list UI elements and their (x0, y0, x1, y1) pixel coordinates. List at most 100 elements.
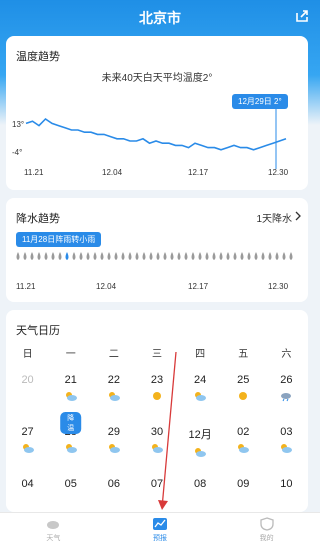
temperature-card: 温度趋势 未来40天白天平均温度2° 12月29日 2° 13° -4° 11.… (6, 36, 308, 190)
day-badge: 降温 (59, 412, 82, 434)
x-label-1: 11.21 (16, 282, 36, 291)
calendar-day[interactable]: 04 (6, 470, 49, 512)
calendar-day[interactable]: 07 (135, 470, 178, 512)
x-label-2: 12.04 (102, 168, 123, 177)
x-label-4: 12.30 (268, 168, 289, 177)
day-number: 08 (194, 478, 207, 490)
rain-drop-icon (149, 252, 153, 260)
page-title: 北京市 (139, 10, 181, 26)
rain-drop-icon (247, 252, 251, 260)
calendar-day[interactable]: 25 (222, 366, 265, 418)
calendar-title: 天气日历 (16, 325, 60, 337)
calendar-day[interactable]: 10 (265, 470, 308, 512)
share-icon[interactable] (294, 8, 310, 24)
calendar-day[interactable]: 06 (92, 470, 135, 512)
calendar-day[interactable]: 09 (222, 470, 265, 512)
temperature-chart[interactable] (6, 91, 308, 171)
calendar-day[interactable]: 26 (265, 366, 308, 418)
day-number: 23 (150, 374, 164, 386)
calendar-day[interactable]: 24 (179, 366, 222, 418)
calendar-day[interactable]: 23 (135, 366, 178, 418)
rain-drop-icon (135, 252, 139, 260)
rain-drop-icon (107, 252, 111, 260)
rain-drop-icon (37, 252, 41, 260)
rain-drop-icon (177, 252, 181, 260)
rain-drop-icon (79, 252, 83, 260)
calendar-day[interactable]: 22 (92, 366, 135, 418)
day-number: 06 (107, 478, 120, 490)
day-number: 24 (194, 374, 207, 386)
tab-label: 我的 (259, 535, 274, 542)
calendar-day[interactable]: 降温28 (49, 412, 92, 470)
rain-drop-icon (254, 252, 258, 260)
rain-drop-icon (289, 252, 293, 260)
tab-bar: 天气 预报 我的 (0, 512, 320, 546)
rain-drop-icon (86, 252, 90, 260)
tab-label: 天气 (46, 535, 61, 542)
weekday-label: 四 (195, 349, 206, 360)
day-number: 09 (237, 478, 250, 490)
calendar-day[interactable]: 05 (49, 470, 92, 512)
precip-link[interactable]: 1天降水 (256, 210, 292, 225)
calendar-day[interactable]: 20 (6, 366, 49, 418)
day-number: 20 (21, 374, 34, 386)
rain-drop-icon (142, 252, 146, 260)
rain-drop-icon (226, 252, 230, 260)
weekday-label: 一 (65, 349, 76, 360)
cloudy-rain-icon (281, 393, 292, 402)
day-number: 07 (150, 478, 164, 490)
day-number: 02 (237, 426, 250, 438)
partly-cloudy-icon (281, 444, 293, 453)
day-number: 26 (280, 374, 293, 386)
rain-drop-icon (156, 252, 160, 260)
calendar-day[interactable]: 02 (222, 418, 265, 470)
rain-drop-icon (282, 252, 286, 260)
tab-chart[interactable]: 预报 (107, 513, 214, 546)
rain-drop-icon (268, 252, 272, 260)
rain-drop-icon (170, 252, 174, 260)
x-label-4: 12.30 (268, 282, 289, 291)
partly-cloudy-icon (238, 444, 250, 453)
day-number: 21 (64, 374, 77, 386)
x-label-1: 11.21 (24, 168, 44, 177)
day-number: 30 (150, 426, 164, 438)
day-number: 03 (280, 426, 293, 438)
calendar-day[interactable]: 30 (135, 418, 178, 470)
chevron-right-icon[interactable] (294, 211, 302, 221)
day-number: 27 (21, 426, 34, 438)
rain-drop-icon (65, 252, 69, 260)
weekday-label: 二 (108, 349, 119, 360)
rain-drop-icon (163, 252, 167, 260)
tab-label: 预报 (153, 535, 167, 542)
x-label-3: 12.17 (188, 282, 209, 291)
weekday-label: 日 (22, 349, 33, 360)
partly-cloudy-icon (108, 444, 120, 453)
rain-drop-icon (198, 252, 202, 260)
calendar-day[interactable]: 03 (265, 418, 308, 470)
rain-drop-icon (72, 252, 76, 260)
rain-drop-icon (16, 252, 20, 260)
rain-drop-icon (121, 252, 125, 260)
partly-cloudy-icon (195, 392, 207, 401)
calendar-day[interactable]: 08 (179, 470, 222, 512)
calendar-day[interactable]: 27 (6, 418, 49, 470)
precip-tooltip: 11月28日阵雨转小雨 (16, 232, 102, 247)
calendar-card: 天气日历 日 一 二 三 四 五 六 20 21 22 23 24 25 26 27 降温28 29 30 12月 0… (6, 310, 308, 512)
rain-drop-icon (23, 252, 27, 260)
temperature-subtitle: 未来40天白天平均温度2° (101, 73, 213, 84)
calendar-day[interactable]: 12月 (179, 418, 222, 470)
day-number: 05 (64, 478, 77, 490)
tab-cloud[interactable]: 天气 (0, 513, 107, 546)
rain-drops-row[interactable] (6, 248, 308, 268)
day-number: 10 (280, 478, 293, 490)
partly-cloudy-icon (108, 392, 120, 401)
rain-drop-icon (240, 252, 244, 260)
calendar-day[interactable]: 29 (92, 418, 135, 470)
day-number: 04 (21, 478, 34, 490)
rain-drop-icon (212, 252, 216, 260)
x-label-3: 12.17 (188, 168, 209, 177)
weekday-label: 五 (238, 349, 249, 360)
calendar-day[interactable]: 21 (49, 366, 92, 418)
precip-title: 降水趋势 (16, 213, 60, 225)
tab-shield[interactable]: 我的 (213, 513, 320, 546)
